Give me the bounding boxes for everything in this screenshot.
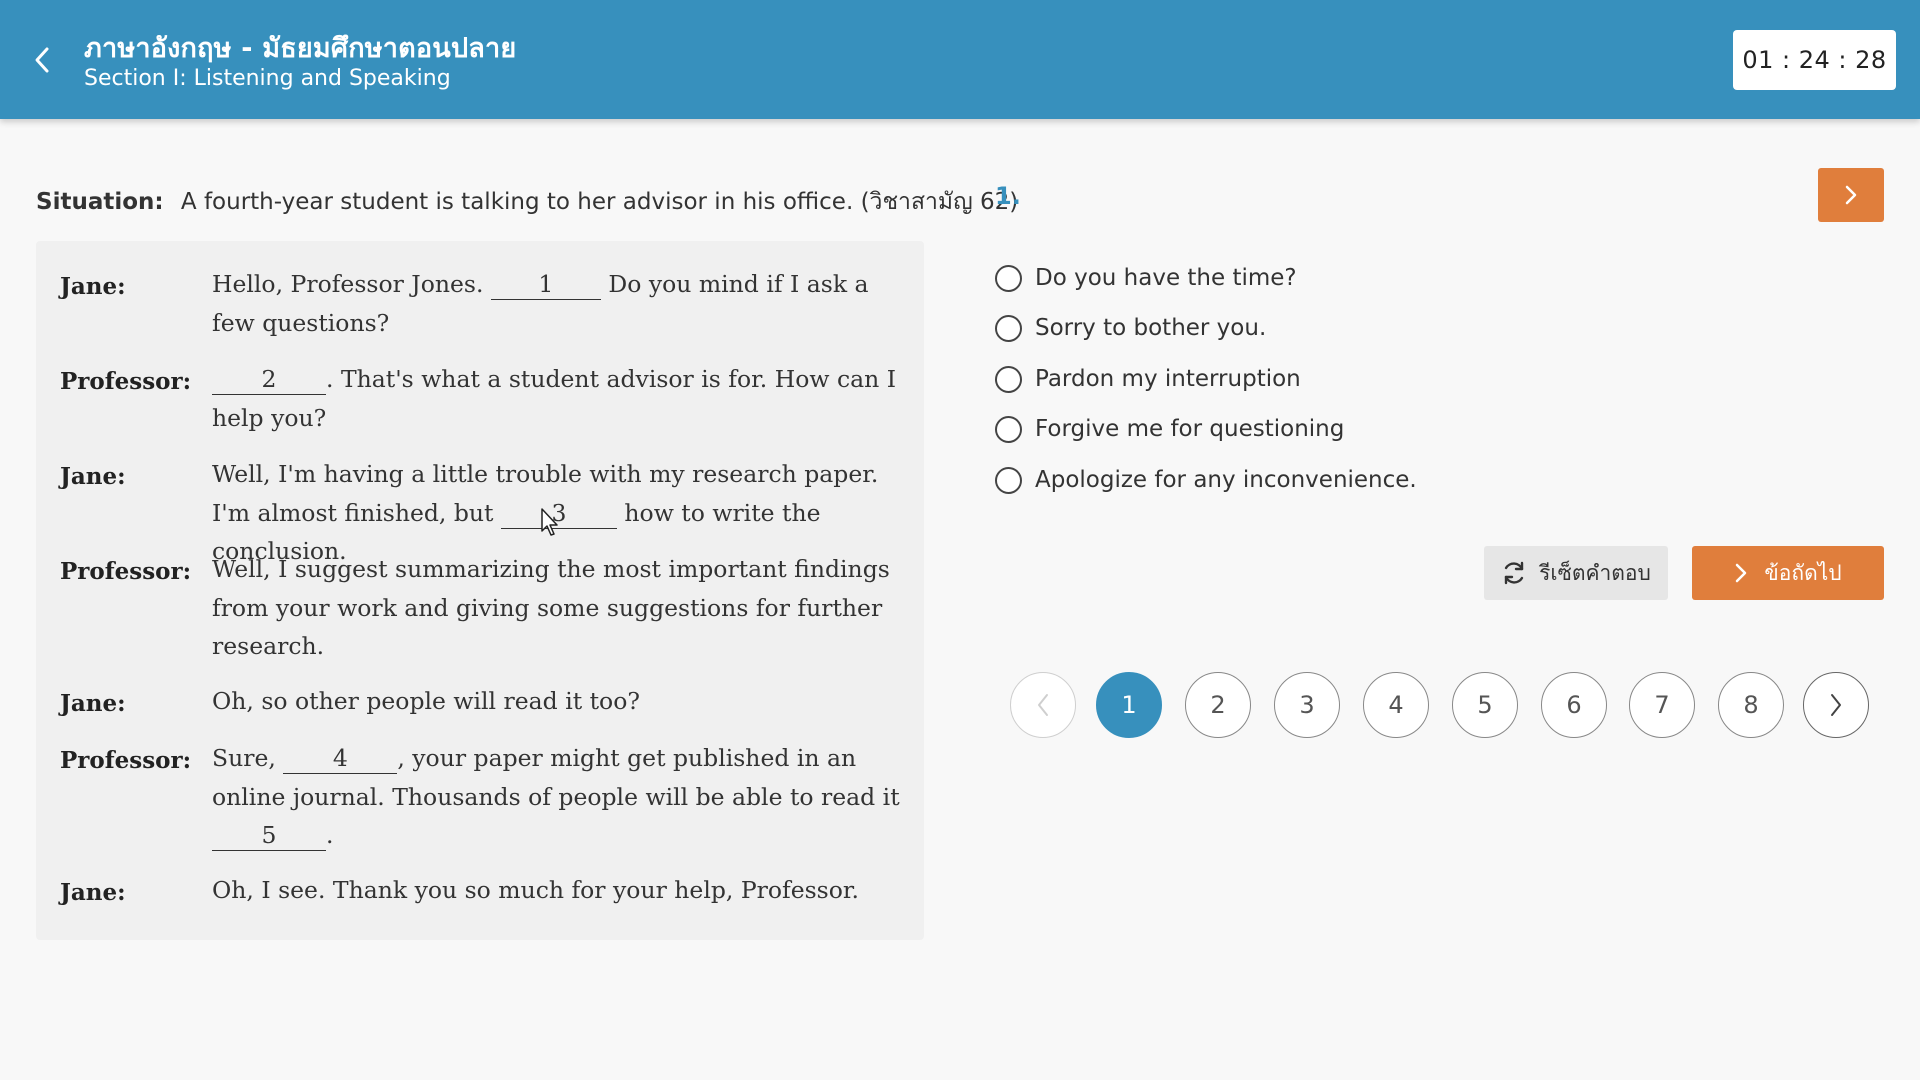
pagination-next-button[interactable] xyxy=(1803,672,1869,738)
answer-option-b[interactable]: Sorry to bother you. xyxy=(995,311,1266,345)
chevron-left-icon xyxy=(1038,694,1048,716)
answer-option-e[interactable]: Apologize for any inconvenience. xyxy=(995,463,1417,497)
speaker-name: Jane: xyxy=(60,879,126,906)
chevron-right-icon xyxy=(1845,185,1857,205)
speaker-name: Jane: xyxy=(60,273,126,300)
answer-blank-2: 2 xyxy=(212,364,326,395)
question-number: 1. xyxy=(995,182,1021,210)
situation-label: Situation: xyxy=(36,189,164,215)
page-button-7[interactable]: 7 xyxy=(1629,672,1695,738)
answer-option-d[interactable]: Forgive me for questioning xyxy=(995,412,1344,446)
speech-text: Sure, 4, your paper might get published … xyxy=(212,739,912,855)
page-button-4[interactable]: 4 xyxy=(1363,672,1429,738)
section-subtitle: Section I: Listening and Speaking xyxy=(84,66,451,91)
option-label: Apologize for any inconvenience. xyxy=(1035,467,1417,493)
reset-answer-button[interactable]: รีเซ็ตคำตอบ xyxy=(1484,546,1668,600)
option-label: Sorry to bother you. xyxy=(1035,315,1267,341)
speaker-name: Professor: xyxy=(60,368,192,395)
answer-blank-1: 1 xyxy=(490,269,601,300)
chevron-left-icon xyxy=(35,47,49,73)
speaker-name: Jane: xyxy=(60,463,126,490)
chevron-right-icon xyxy=(1831,694,1841,716)
radio-button[interactable] xyxy=(995,466,1022,494)
top-header: ภาษาอังกฤษ - มัธยมศึกษาตอนปลาย Section I… xyxy=(0,0,1920,119)
speech-part: Hello, Professor Jones. xyxy=(212,270,491,298)
option-label: Do you have the time? xyxy=(1035,265,1297,291)
chevron-right-icon xyxy=(1736,563,1747,583)
speaker-name: Professor: xyxy=(60,747,192,774)
next-question-top-button[interactable] xyxy=(1818,168,1884,222)
speaker-name: Professor: xyxy=(60,558,192,585)
answer-option-c[interactable]: Pardon my interruption xyxy=(995,362,1301,396)
page-button-2[interactable]: 2 xyxy=(1185,672,1251,738)
option-label: Pardon my interruption xyxy=(1035,366,1301,392)
radio-button[interactable] xyxy=(995,314,1022,342)
answer-option-a[interactable]: Do you have the time? xyxy=(995,261,1297,295)
speech-text: 2. That's what a student advisor is for.… xyxy=(212,360,912,437)
mouse-cursor-icon xyxy=(541,508,558,536)
situation-text: A fourth-year student is talking to her … xyxy=(180,189,1019,215)
speech-text: Hello, Professor Jones. 1 Do you mind if… xyxy=(212,265,912,342)
speech-text: Well, I suggest summarizing the most imp… xyxy=(212,555,890,660)
radio-button[interactable] xyxy=(995,415,1022,443)
answer-blank-5: 5 xyxy=(212,820,326,851)
page-button-1[interactable]: 1 xyxy=(1096,672,1162,738)
back-button[interactable] xyxy=(24,40,60,80)
page-button-8[interactable]: 8 xyxy=(1718,672,1784,738)
next-label: ข้อถัดไป xyxy=(1764,560,1842,585)
speech-text: Oh, I see. Thank you so much for your he… xyxy=(212,876,860,904)
next-question-button[interactable]: ข้อถัดไป xyxy=(1692,546,1884,600)
radio-button[interactable] xyxy=(995,264,1022,292)
countdown-timer: 01 : 24 : 28 xyxy=(1733,30,1896,90)
page-button-3[interactable]: 3 xyxy=(1274,672,1340,738)
refresh-icon xyxy=(1504,561,1524,585)
radio-button[interactable] xyxy=(995,365,1022,393)
speech-text: Oh, so other people will read it too? xyxy=(212,687,640,715)
speech-part: . xyxy=(326,821,334,849)
dialogue-passage: Jane: Hello, Professor Jones. 1 Do you m… xyxy=(36,241,924,940)
answer-blank-4: 4 xyxy=(283,743,398,774)
page-button-6[interactable]: 6 xyxy=(1541,672,1607,738)
situation-line: Situation: A fourth-year student is talk… xyxy=(36,184,1018,220)
speech-part: Sure, xyxy=(212,744,284,772)
option-label: Forgive me for questioning xyxy=(1035,416,1345,442)
reset-label: รีเซ็ตคำตอบ xyxy=(1539,560,1651,585)
page-button-5[interactable]: 5 xyxy=(1452,672,1518,738)
pagination-prev-button[interactable] xyxy=(1010,672,1076,738)
speaker-name: Jane: xyxy=(60,690,126,717)
page-title: ภาษาอังกฤษ - มัธยมศึกษาตอนปลาย xyxy=(84,33,517,64)
